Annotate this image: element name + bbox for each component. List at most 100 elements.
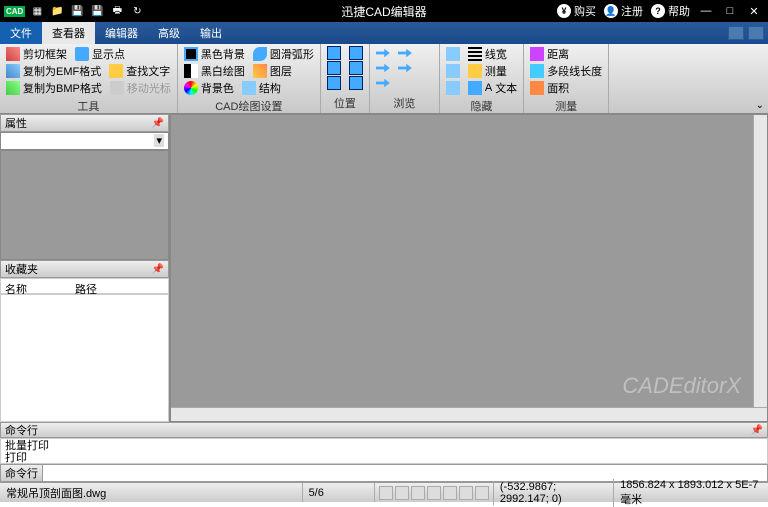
- copy-bmp-button[interactable]: 复制为BMP格式: [6, 80, 102, 96]
- properties-body: [0, 150, 169, 260]
- crop-frame-button[interactable]: 剪切框架: [6, 46, 67, 62]
- scrollbar-horizontal[interactable]: [171, 407, 767, 421]
- app-logo-icon: CAD: [4, 6, 25, 17]
- meas-icon: [468, 64, 482, 78]
- tab-viewer[interactable]: 查看器: [42, 22, 95, 44]
- zoom5-button[interactable]: [327, 76, 341, 90]
- otrack-toggle[interactable]: [459, 486, 473, 500]
- col-name[interactable]: 名称: [5, 281, 75, 291]
- nav5-button[interactable]: [376, 76, 390, 90]
- pin-icon[interactable]: 📌: [152, 118, 164, 129]
- titlebar: CAD ▦ 📁 💾 💾 🖶 ↻ 迅捷CAD编辑器 ¥购买 👤注册 ?帮助 — □…: [0, 0, 768, 22]
- nav2-button[interactable]: [398, 46, 412, 60]
- nav1-button[interactable]: [376, 46, 390, 60]
- copy-emf-button[interactable]: 复制为EMF格式: [6, 63, 101, 79]
- nav3-button[interactable]: [376, 61, 390, 75]
- snap-toggle[interactable]: [379, 486, 393, 500]
- nav4-button[interactable]: [398, 61, 412, 75]
- favorites-header[interactable]: 收藏夹📌: [0, 260, 169, 278]
- ribbon-group-hide: 线宽 测量 A 文本 隐藏: [440, 44, 524, 113]
- maximize-button[interactable]: □: [722, 3, 738, 19]
- osnap-toggle[interactable]: [443, 486, 457, 500]
- cmdline-history: 批量打印 打印: [0, 438, 768, 464]
- buy-link[interactable]: ¥购买: [557, 3, 596, 19]
- status-toggles: [375, 486, 493, 500]
- new-icon[interactable]: ▦: [29, 3, 45, 19]
- polyline-button[interactable]: 多段线长度: [530, 63, 602, 79]
- grid-toggle[interactable]: [395, 486, 409, 500]
- tab-output[interactable]: 输出: [190, 22, 232, 44]
- cmdline-header[interactable]: 命令行📌: [0, 422, 768, 438]
- scrollbar-vertical[interactable]: [753, 115, 767, 407]
- text-toggle-button[interactable]: A 文本: [468, 80, 517, 96]
- help-link[interactable]: ?帮助: [651, 3, 690, 19]
- dist-icon: [530, 47, 544, 61]
- menubar: 文件 查看器 编辑器 高级 输出: [0, 22, 768, 44]
- poly-icon: [530, 64, 544, 78]
- bg-color-button[interactable]: 背景色: [184, 80, 234, 96]
- pin-icon[interactable]: 📌: [152, 264, 164, 275]
- smooth-icon: [253, 47, 267, 61]
- status-page: 5/6: [303, 483, 375, 502]
- ribbon-group-tools: 剪切框架 显示点 复制为EMF格式 查找文字 复制为BMP格式 移动光标 工具: [0, 44, 178, 113]
- ribbon: 剪切框架 显示点 复制为EMF格式 查找文字 复制为BMP格式 移动光标 工具 …: [0, 44, 768, 114]
- redo-icon[interactable]: ↻: [129, 3, 145, 19]
- status-coords: (-532.9867; 2992.147; 0): [493, 481, 613, 505]
- register-link[interactable]: 👤注册: [604, 3, 643, 19]
- open-icon[interactable]: 📁: [49, 3, 65, 19]
- properties-header[interactable]: 属性📌: [0, 114, 169, 132]
- saveas-icon[interactable]: 💾: [89, 3, 105, 19]
- tab-editor[interactable]: 编辑器: [95, 22, 148, 44]
- show-point-button[interactable]: 显示点: [75, 46, 125, 62]
- tab-advanced[interactable]: 高级: [148, 22, 190, 44]
- ortho-toggle[interactable]: [411, 486, 425, 500]
- drawing-canvas[interactable]: CADEditorX: [171, 115, 753, 407]
- ribbon-group-browse: 浏览: [370, 44, 440, 113]
- favorites-columns: 名称 路径: [0, 278, 169, 294]
- layers-button[interactable]: 图层: [253, 63, 292, 79]
- zoom-icon: [327, 61, 341, 75]
- black-bg-button[interactable]: 黑色背景: [184, 46, 245, 62]
- ribbon-expand-icon[interactable]: ⌄: [756, 100, 764, 111]
- print-icon[interactable]: 🖶: [109, 3, 125, 19]
- ribbon-help-button[interactable]: [748, 26, 764, 40]
- tab-file[interactable]: 文件: [0, 22, 42, 44]
- hide2-button[interactable]: [446, 64, 460, 78]
- lw-icon: [468, 47, 482, 61]
- move-cursor-button[interactable]: 移动光标: [110, 80, 171, 96]
- left-panels: 属性📌 收藏夹📌 名称 路径: [0, 114, 170, 422]
- zoom1-button[interactable]: [327, 46, 341, 60]
- save-icon[interactable]: 💾: [69, 3, 85, 19]
- hide-icon: [446, 47, 460, 61]
- ribbon-style-button[interactable]: [728, 26, 744, 40]
- group-label-measure: 测量: [530, 96, 602, 116]
- linewidth-button[interactable]: 线宽: [468, 46, 507, 62]
- app-title: 迅捷CAD编辑器: [341, 3, 426, 20]
- polar-toggle[interactable]: [427, 486, 441, 500]
- arrow-icon: [376, 61, 390, 75]
- zoom2-button[interactable]: [349, 46, 363, 60]
- close-button[interactable]: ✕: [746, 3, 762, 19]
- lwt-toggle[interactable]: [475, 486, 489, 500]
- measure-toggle-button[interactable]: 测量: [468, 63, 507, 79]
- smooth-arc-button[interactable]: 圆滑弧形: [253, 46, 314, 62]
- zoom3-button[interactable]: [327, 61, 341, 75]
- hide-icon: [446, 81, 460, 95]
- minimize-button[interactable]: —: [698, 3, 714, 19]
- distance-button[interactable]: 距离: [530, 46, 569, 62]
- structure-button[interactable]: 结构: [242, 80, 281, 96]
- arrow-icon: [398, 61, 412, 75]
- hide1-button[interactable]: [446, 47, 460, 61]
- properties-combo[interactable]: [0, 132, 169, 150]
- zoom6-button[interactable]: [349, 76, 363, 90]
- area-button[interactable]: 面积: [530, 80, 569, 96]
- col-path[interactable]: 路径: [75, 281, 97, 291]
- pin-icon[interactable]: 📌: [751, 425, 763, 436]
- bw-draw-button[interactable]: 黑白绘图: [184, 63, 245, 79]
- zoom4-button[interactable]: [349, 61, 363, 75]
- find-text-button[interactable]: 查找文字: [109, 63, 170, 79]
- zoom-icon: [349, 76, 363, 90]
- ribbon-group-position: 位置: [321, 44, 370, 113]
- watermark: CADEditorX: [622, 373, 741, 399]
- hide3-button[interactable]: [446, 81, 460, 95]
